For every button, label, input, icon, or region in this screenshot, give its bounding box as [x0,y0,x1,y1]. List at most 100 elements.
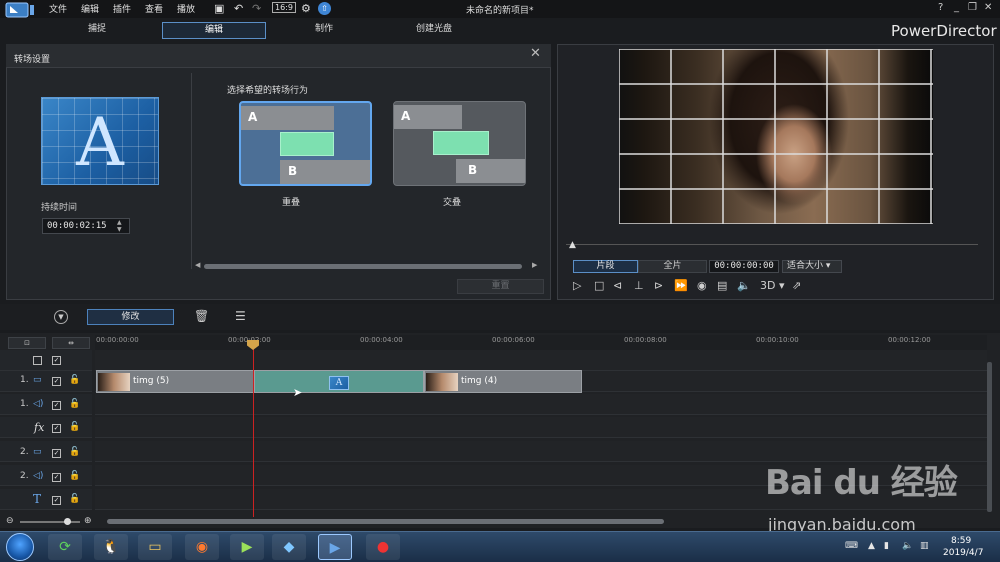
powerdirector-task-icon[interactable]: ▶ [318,534,352,560]
aspect-ratio-icon[interactable]: 16:9 [272,2,296,13]
volume-icon[interactable]: 🔈 [737,279,751,292]
lock-icon[interactable]: 🔓 [69,375,80,385]
timeline-vertical-scrollbar[interactable] [987,362,992,512]
lock-icon[interactable]: 🔓 [69,494,80,504]
previous-frame-icon[interactable]: ⊲ [613,279,622,292]
video-clip[interactable]: timg (5) [96,370,254,393]
tray-arrow-icon[interactable]: ▲ [868,541,875,551]
play-icon[interactable]: ▷ [573,279,581,292]
behavior-cross-label: 交叠 [443,198,462,208]
transition-clip[interactable]: A [254,370,424,393]
clock-date[interactable]: 2019/4/7 [943,548,983,558]
speaker-icon[interactable]: 🔈 [902,541,913,551]
track-enable-checkbox[interactable]: ✓ [52,424,61,433]
zoom-in-icon[interactable]: ⊕ [84,516,92,526]
scroll-left-icon[interactable]: ◀ [195,261,200,269]
behavior-overlap-option[interactable]: A B [239,101,372,186]
audio-track-icon: ◁) [33,471,44,481]
seek-bar[interactable] [566,244,978,245]
transition-mini-thumbnail: A [329,376,349,390]
track-select-checkbox[interactable] [33,356,42,365]
upgrade-icon[interactable]: ⇧ [318,2,331,15]
redo-icon[interactable]: ↷ [252,2,261,15]
stop-icon[interactable]: □ [594,279,604,292]
clip-mode-button[interactable]: 片段 [573,260,638,273]
properties-icon[interactable]: ☰ [235,309,246,323]
snapshot-icon[interactable]: ◉ [697,279,707,292]
three-d-button[interactable]: 3D ▾ [760,279,785,292]
keyboard-icon[interactable]: ⌨ [845,541,858,551]
document-title: 未命名的新项目* [466,6,534,16]
movie-mode-button[interactable]: 全片 [638,260,707,273]
subtitle-icon[interactable]: ▤ [717,279,727,292]
menu-plugins[interactable]: 插件 [113,2,131,15]
transition-panel-header [6,44,551,68]
modify-button[interactable]: 修改 [87,309,174,325]
expand-timeline-icon[interactable]: ⇹ [52,337,90,349]
close-icon[interactable]: ✕ [530,46,541,61]
video-app-icon[interactable]: ▶ [230,534,264,560]
tab-produce[interactable]: 制作 [272,22,376,39]
fit-size-select[interactable]: 适合大小 ▾ [782,260,842,273]
track-lane[interactable] [95,417,987,438]
save-icon[interactable]: ▣ [214,2,224,15]
tab-capture[interactable]: 捕捉 [45,22,149,39]
split-icon[interactable]: ⊥ [634,279,644,292]
tab-create-disc[interactable]: 创建光盘 [382,22,486,39]
recorder-icon[interactable]: ● [366,534,400,560]
next-frame-icon[interactable]: ⊳ [654,279,663,292]
menu-play[interactable]: 播放 [177,2,195,15]
help-button[interactable]: ? [938,2,943,13]
menu-file[interactable]: 文件 [49,2,67,15]
fit-timeline-icon[interactable]: ⊡ [8,337,46,349]
timeline-horizontal-scrollbar[interactable] [107,519,664,524]
notes-app-icon[interactable]: ◆ [272,534,306,560]
expand-menu-icon[interactable]: ▼ [54,310,68,324]
lock-icon[interactable]: 🔓 [69,447,80,457]
qq-icon[interactable]: 🐧 [94,534,128,560]
behavior-cross-option[interactable]: A B [393,101,526,186]
menu-view[interactable]: 查看 [145,2,163,15]
track-lane[interactable] [95,394,987,415]
usb-icon[interactable]: ▮ [884,541,889,551]
refresh-app-icon[interactable]: ⟳ [48,534,82,560]
track-enable-checkbox[interactable]: ✓ [52,449,61,458]
settings-gear-icon[interactable]: ⚙ [301,2,311,15]
seek-handle-icon[interactable]: ▲ [569,240,576,250]
zoom-slider-handle[interactable] [64,518,71,525]
track-lane[interactable] [95,350,987,371]
maximize-button[interactable]: ❐ [968,2,977,13]
track-enable-checkbox[interactable]: ✓ [52,377,61,386]
lock-icon[interactable]: 🔓 [69,399,80,409]
file-explorer-icon[interactable]: ▭ [138,534,172,560]
start-button[interactable] [6,533,34,561]
menu-edit[interactable]: 编辑 [81,2,99,15]
zoom-out-icon[interactable]: ⊖ [6,516,14,526]
behavior-scrollbar[interactable] [204,264,522,269]
minimize-button[interactable]: _ [954,2,959,13]
timecode-display[interactable]: 00:00:00:00 [709,260,779,273]
close-button[interactable]: ✕ [984,2,992,13]
lock-icon[interactable]: 🔓 [69,471,80,481]
zoom-slider[interactable] [20,521,80,523]
ruler-tick: 00:00:08:00 [624,336,667,344]
duration-stepper[interactable]: ▲ ▼ [117,219,122,233]
scroll-right-icon[interactable]: ▶ [532,261,537,269]
network-icon[interactable]: ▥ [920,541,929,551]
lock-icon[interactable]: 🔓 [69,422,80,432]
video-clip[interactable]: timg (4) [424,370,582,393]
reset-button[interactable]: 重置 [457,279,544,294]
fast-forward-icon[interactable]: ⏩ [674,279,688,292]
track-enable-checkbox[interactable]: ✓ [52,496,61,505]
firefox-icon[interactable]: ◉ [185,534,219,560]
track-enable-checkbox[interactable]: ✓ [52,473,61,482]
track-enable-checkbox[interactable]: ✓ [52,401,61,410]
undock-icon[interactable]: ⇗ [792,279,801,292]
trash-icon[interactable]: 🗑 [194,309,209,323]
tab-edit[interactable]: 编辑 [162,22,266,39]
clock-time[interactable]: 8:59 [951,536,971,546]
undo-icon[interactable]: ↶ [234,2,243,15]
ruler-tick: 00:00:00:00 [96,336,139,344]
track-enable-checkbox[interactable]: ✓ [52,356,61,365]
track-number: 2. [20,447,29,457]
